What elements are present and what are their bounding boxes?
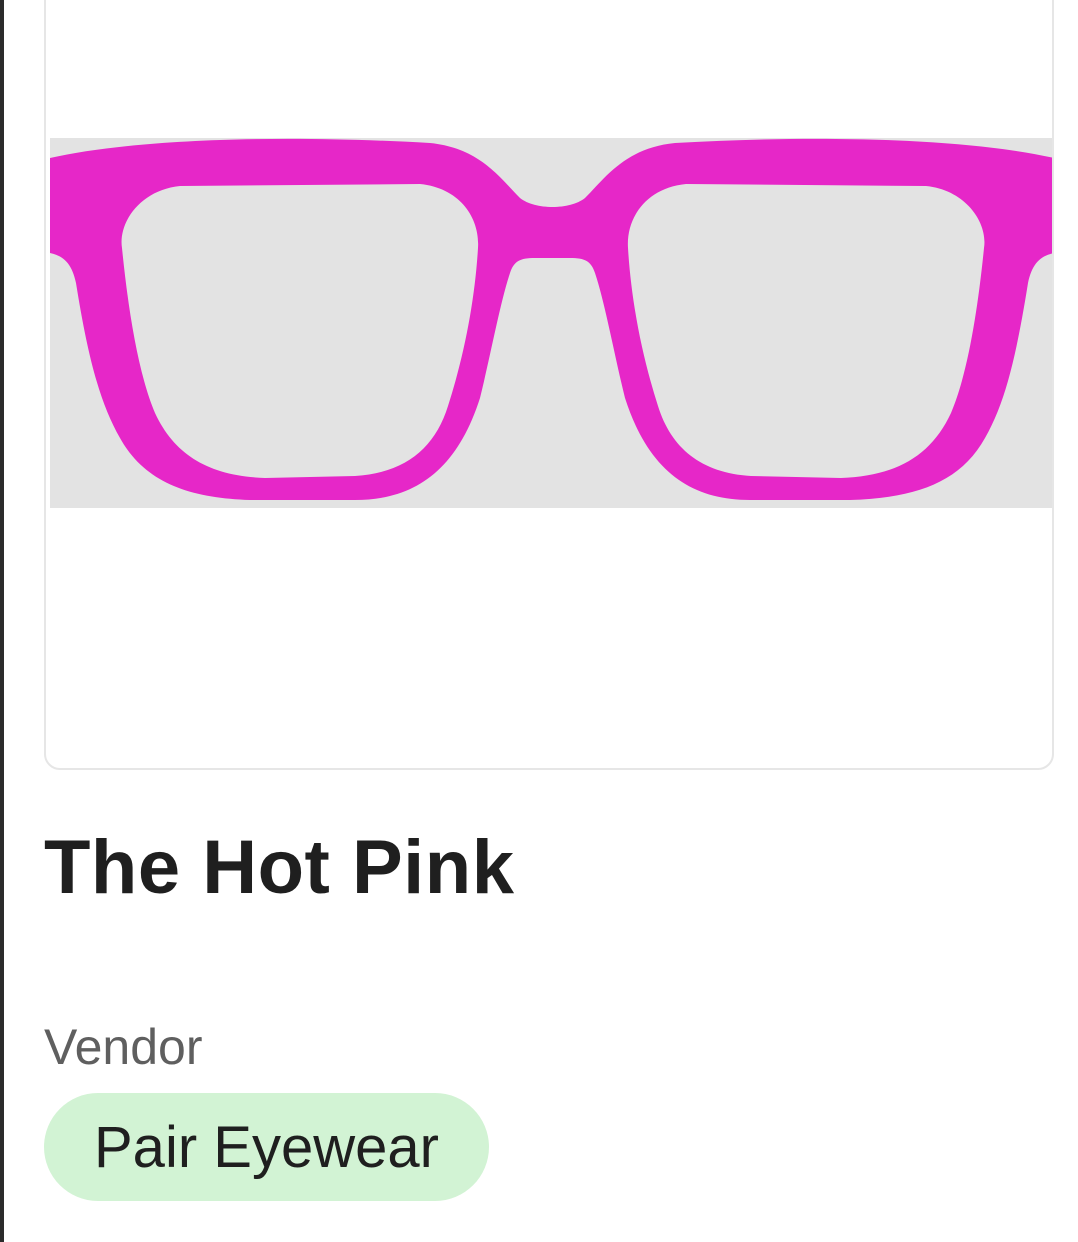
vendor-badge[interactable]: Pair Eyewear (44, 1093, 489, 1201)
glasses-frame (50, 138, 1052, 500)
product-image-card[interactable] (44, 0, 1054, 770)
vendor-label: Vendor (44, 1019, 203, 1075)
glasses-icon (50, 138, 1052, 500)
product-image (50, 138, 1052, 508)
product-title: The Hot Pink (44, 825, 515, 910)
window-edge (0, 0, 4, 1242)
